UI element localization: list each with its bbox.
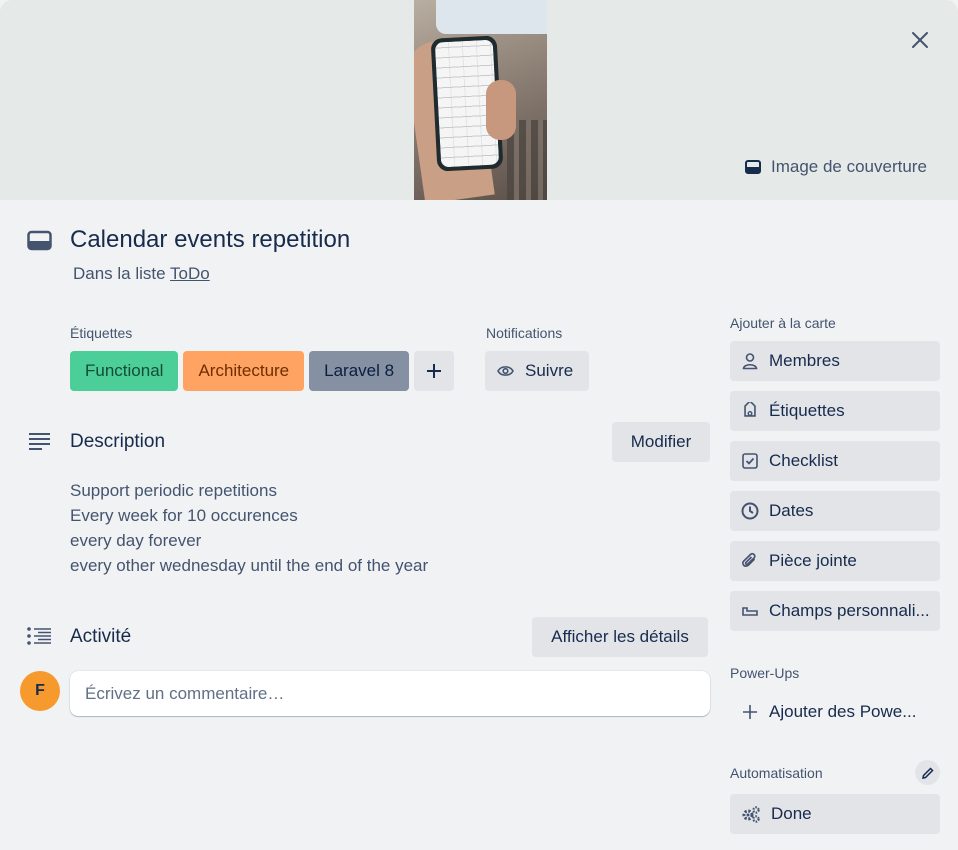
cover-image-button[interactable]: Image de couverture (735, 148, 940, 186)
cover-image (414, 0, 547, 200)
follow-button[interactable]: Suivre (485, 351, 589, 391)
dates-label: Dates (769, 501, 814, 520)
labels-heading: Étiquettes (70, 325, 133, 341)
automation-done-button[interactable]: Done (730, 794, 940, 834)
label-functional[interactable]: Functional (70, 351, 179, 391)
plus-icon (427, 364, 442, 378)
custom-fields-label: Champs personnali... (769, 601, 930, 620)
edit-description-button[interactable]: Modifier (612, 422, 710, 462)
description-line: every day forever (70, 531, 202, 550)
follow-label: Suivre (525, 361, 574, 380)
add-label-button[interactable] (414, 351, 455, 391)
attachment-label: Pièce jointe (769, 551, 857, 570)
members-button[interactable]: Membres (730, 341, 940, 381)
description-line: Support periodic repetitions (70, 481, 277, 500)
automation-heading: Automatisation (730, 765, 823, 781)
label-architecture[interactable]: Architecture (183, 351, 305, 391)
list-link[interactable]: ToDo (170, 264, 210, 283)
person-icon (742, 353, 758, 370)
add-to-card-heading: Ajouter à la carte (730, 315, 836, 331)
dates-button[interactable]: Dates (730, 491, 940, 531)
gears-icon (742, 806, 760, 823)
custom-field-icon (742, 607, 758, 616)
cover-button-label: Image de couverture (771, 157, 927, 176)
list-prefix: Dans la liste (73, 264, 166, 283)
pencil-icon (921, 766, 934, 779)
powerups-heading: Power-Ups (730, 665, 800, 681)
description-icon (28, 432, 51, 455)
clock-icon (741, 502, 759, 520)
plus-icon (743, 705, 757, 719)
card-cover-icon (745, 160, 761, 174)
members-label: Membres (769, 351, 840, 370)
close-icon (912, 32, 928, 48)
checklist-label: Checklist (769, 451, 838, 470)
show-details-button[interactable]: Afficher les détails (532, 617, 708, 657)
label-laravel-8[interactable]: Laravel 8 (309, 351, 410, 391)
labels-label: Étiquettes (769, 401, 845, 420)
list-breadcrumb: Dans la liste ToDo (73, 264, 210, 284)
notifications-heading: Notifications (486, 325, 563, 341)
description-line: every other wednesday until the end of t… (70, 556, 429, 575)
activity-icon (27, 627, 52, 650)
activity-heading: Activité (70, 626, 132, 647)
comment-input[interactable] (70, 671, 710, 716)
checklist-button[interactable]: Checklist (730, 441, 940, 481)
edit-automation-button[interactable] (915, 760, 940, 785)
description-text[interactable]: Support periodic repetitions Every week … (70, 478, 428, 578)
custom-fields-button[interactable]: Champs personnali... (730, 591, 940, 631)
close-button[interactable] (900, 20, 940, 60)
add-powerups-button[interactable]: Ajouter des Powe... (730, 692, 940, 732)
paperclip-icon (742, 552, 756, 567)
card-cover: Image de couverture (0, 0, 958, 200)
automation-done-label: Done (771, 804, 812, 823)
avatar[interactable]: F (20, 671, 60, 711)
card-title[interactable]: Calendar events repetition (70, 226, 350, 254)
attachment-button[interactable]: Pièce jointe (730, 541, 940, 581)
labels-list: Functional Architecture Laravel 8 (70, 351, 455, 391)
description-line: Every week for 10 occurences (70, 506, 298, 525)
add-powerups-label: Ajouter des Powe... (769, 702, 917, 721)
card-icon (27, 230, 52, 257)
description-heading: Description (70, 431, 166, 452)
tag-icon (744, 402, 756, 417)
labels-button[interactable]: Étiquettes (730, 391, 940, 431)
checkbox-icon (742, 453, 758, 469)
eye-icon (497, 366, 514, 376)
